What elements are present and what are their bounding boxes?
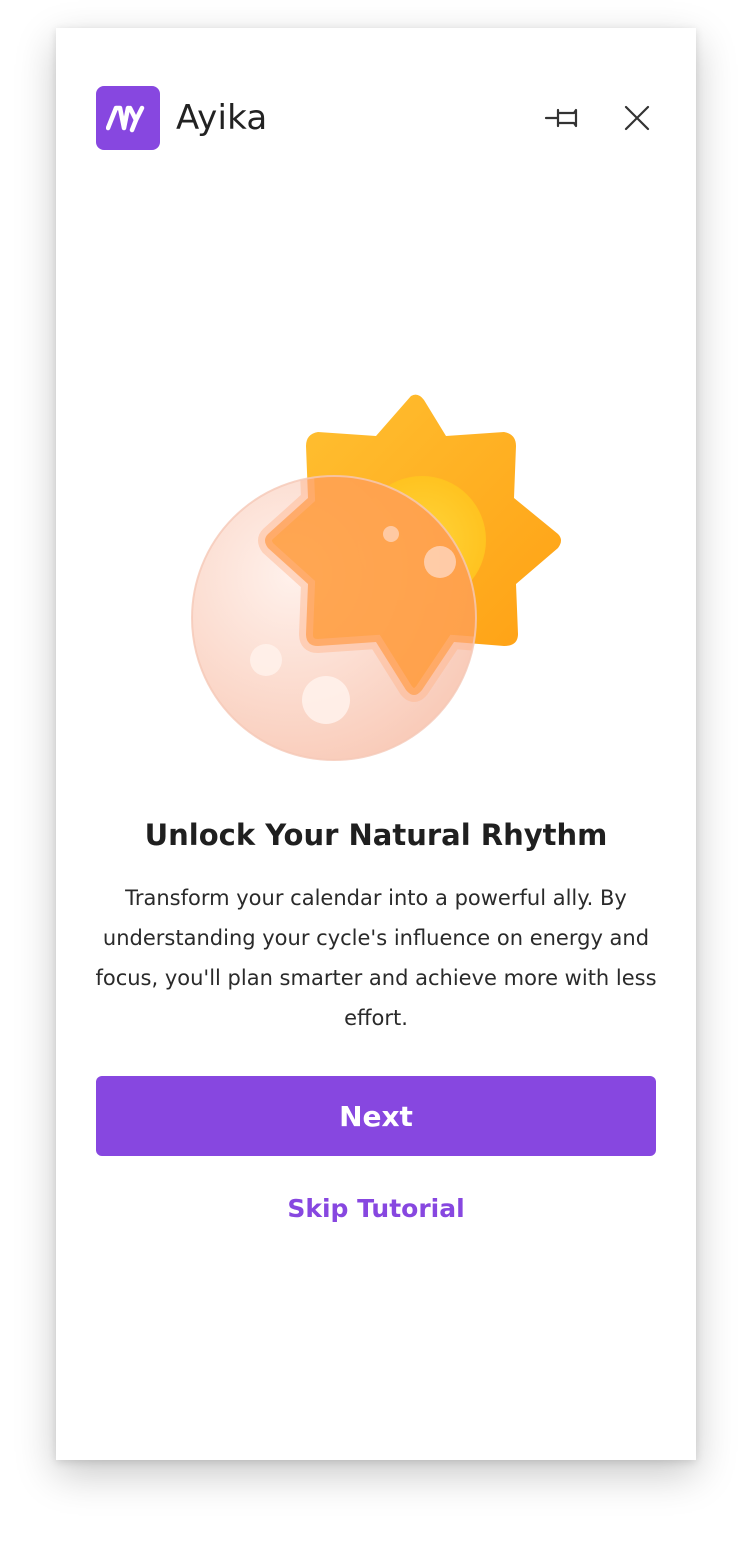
app-title: Ayika <box>176 98 268 138</box>
sun-moon-illustration <box>186 388 566 768</box>
close-icon <box>624 105 650 131</box>
app-window: Ayika Unlock Your Natural Rhythm Transfo… <box>56 28 696 1460</box>
next-button[interactable]: Next <box>96 1076 656 1156</box>
title-bar: Ayika <box>96 86 656 150</box>
close-button[interactable] <box>616 97 658 139</box>
logo-mark-icon <box>106 105 145 133</box>
title-actions <box>544 97 658 139</box>
app-logo <box>96 86 160 150</box>
onboarding-title: Unlock Your Natural Rhythm <box>144 818 608 852</box>
pin-icon <box>544 108 578 128</box>
skip-tutorial-link[interactable]: Skip Tutorial <box>56 1194 696 1223</box>
pin-button[interactable] <box>544 97 586 139</box>
onboarding-description: Transform your calendar into a powerful … <box>95 886 657 1030</box>
